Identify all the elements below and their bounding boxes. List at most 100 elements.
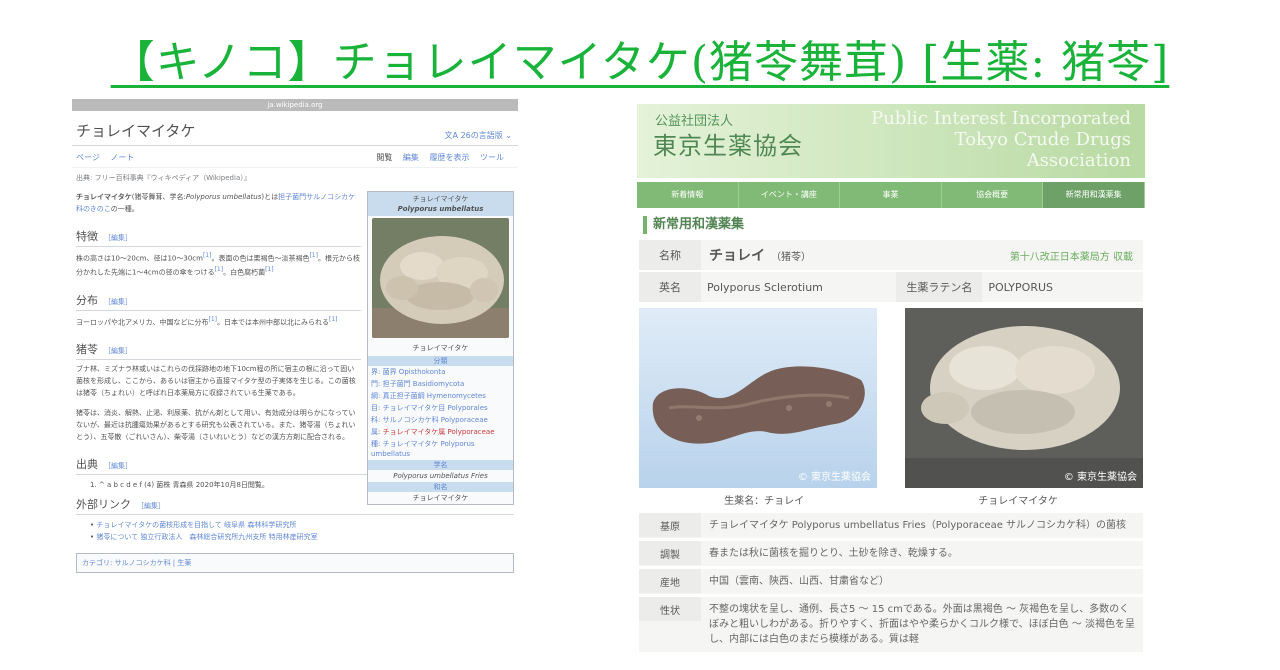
taxobox-rank: 門 bbox=[371, 380, 378, 388]
photo-copyright: © 東京生薬協会 bbox=[797, 472, 871, 483]
taxobox-taxon-link[interactable]: : 真正担子菌綱 Hymenomycetes bbox=[378, 392, 486, 400]
row-production: 産地 中国（雲南、陝西、山西、甘粛省など） bbox=[639, 569, 1143, 594]
distribution-text2: 。日本では本州中部以北にみられる bbox=[217, 317, 330, 326]
taxobox-sci: Polyporus umbellatus bbox=[397, 205, 484, 213]
chorei-paragraph-2: 猪苓は、消炎、解熱、止渇、利尿薬、抗がん剤として用い、有効成分は明らかになってい… bbox=[76, 408, 356, 441]
edit-link[interactable]: ［編集］ bbox=[104, 347, 132, 355]
edit-link[interactable]: ［編集］ bbox=[104, 234, 132, 242]
mushroom-photo-tcd[interactable]: © 東京生薬協会 bbox=[905, 308, 1143, 488]
tcd-org-name[interactable]: 東京生薬協会 bbox=[653, 126, 803, 161]
taxobox-taxon-link[interactable]: : チョレイマイタケ Polyporus umbellatus bbox=[371, 440, 475, 458]
intro-bold: チョレイマイタケ bbox=[76, 193, 132, 201]
ref-link[interactable]: [1] bbox=[215, 266, 224, 273]
wiki-page-title: チョレイマイタケ bbox=[76, 122, 196, 140]
taxobox-jp-name: チョレイマイタケ bbox=[412, 494, 469, 502]
heading-links-text: 外部リンク bbox=[76, 497, 131, 511]
features-text: 株の高さは10〜20cm、径は10〜30cm bbox=[76, 254, 203, 263]
distribution-paragraph: ヨーロッパや北アメリカ、中国などに分布[1]。日本では本州中部以北にみられる[1… bbox=[76, 314, 361, 328]
tab-page[interactable]: ページ bbox=[76, 153, 100, 162]
taxobox-caption: チョレイマイタケ bbox=[412, 344, 469, 352]
latin-name: POLYPORUS bbox=[988, 280, 1053, 294]
intro-text2: )とは bbox=[261, 193, 279, 201]
mushroom-photo[interactable] bbox=[372, 218, 509, 338]
taxobox-taxon-link[interactable]: : 菌界 Opisthokonta bbox=[378, 368, 445, 376]
photo1-caption: 生薬名：チョレイ bbox=[724, 496, 805, 507]
taxobox-row: 科: サルノコシカケ科 Polyporaceae bbox=[368, 414, 513, 426]
label-preparation: 調製 bbox=[639, 541, 701, 565]
ref-link[interactable]: [1] bbox=[265, 266, 274, 273]
ref-link[interactable]: [1] bbox=[329, 316, 338, 323]
label-english: 英名 bbox=[639, 272, 701, 302]
taxobox-rank: 界 bbox=[371, 368, 378, 376]
edit-link[interactable]: ［編集］ bbox=[104, 298, 132, 306]
heading-refs-text: 出典 bbox=[76, 457, 98, 471]
nav-item-events[interactable]: イベント・講座 bbox=[739, 182, 841, 208]
row-preparation: 調製 春または秋に菌核を掘りとり、土砂を除き、乾燥する。 bbox=[639, 541, 1143, 566]
taxobox-taxon-link[interactable]: : 担子菌門 Basidiomycota bbox=[378, 380, 464, 388]
heading-chorei-text: 猪苓 bbox=[76, 342, 98, 356]
wiki-lang-button[interactable]: 文A 26の言語版 ⌄ bbox=[445, 130, 512, 141]
external-link-1[interactable]: チョレイマイタケの菌核形成を目指して 岐阜県 森林科学研究所 bbox=[96, 521, 296, 529]
taxobox-row: 属: チョレイマイタケ属 Polyporaceae bbox=[368, 426, 513, 438]
maitake-image bbox=[905, 308, 1143, 488]
taxobox-sci-full: Polyporus umbellatus Fries bbox=[393, 472, 488, 480]
nav-item-news[interactable]: 新着情報 bbox=[637, 182, 739, 208]
edit-link[interactable]: ［編集］ bbox=[104, 462, 132, 470]
chorei-paragraph-1: ブナ林、ミズナラ林或いはこれらの伐採跡地の地下10cm程の所に宿主の根に沿って固… bbox=[76, 364, 356, 397]
ref-link[interactable]: [1] bbox=[309, 252, 318, 259]
taxobox-taxon-link[interactable]: : チョレイマイタケ目 Polyporales bbox=[378, 404, 488, 412]
tcd-nav: 新着情報 イベント・講座 事業 協会概要 新常用和漢薬集 bbox=[637, 182, 1145, 208]
features-text2: 。表面の色は栗褐色〜淡茶褐色 bbox=[211, 254, 310, 263]
nav-item-herbs[interactable]: 新常用和漢薬集 bbox=[1043, 182, 1145, 208]
ref-link[interactable]: [1] bbox=[209, 316, 218, 323]
drug-name: チョレイ （猪苓） bbox=[709, 245, 811, 265]
tab-edit[interactable]: 編集 bbox=[403, 153, 419, 162]
taxobox-classification[interactable]: 分類 bbox=[368, 356, 513, 366]
taxobox-row: 綱: 真正担子菌綱 Hymenomycetes bbox=[368, 390, 513, 402]
tcd-english-name: Public Interest Incorporated Tokyo Crude… bbox=[871, 108, 1131, 171]
sclerotium-image bbox=[652, 366, 865, 444]
taxobox-taxon-link[interactable]: : チョレイマイタケ属 Polyporaceae bbox=[378, 428, 495, 436]
photo-row: © 東京生薬協会 © 東京生薬協会 bbox=[639, 308, 1143, 488]
taxobox-rank: 目 bbox=[371, 404, 378, 412]
taxobox-header: チョレイマイタケ Polyporus umbellatus bbox=[368, 192, 513, 216]
chevron-down-icon: ⌄ bbox=[502, 131, 512, 140]
tab-read[interactable]: 閲覧 bbox=[376, 153, 392, 162]
distribution-text: ヨーロッパや北アメリカ、中国などに分布 bbox=[76, 317, 209, 326]
tab-history[interactable]: 履歴を表示 bbox=[429, 153, 469, 162]
category-bar[interactable]: カテゴリ: サルノコシカケ科 | 生薬 bbox=[76, 552, 514, 573]
taxobox-row: 門: 担子菌門 Basidiomycota bbox=[368, 378, 513, 390]
heading-features: 特徴 ［編集］ bbox=[76, 223, 361, 247]
label-origin: 基原 bbox=[639, 513, 701, 537]
wiki-source-line: 出典: フリー百科事典『ウィキペディア（Wikipedia）』 bbox=[76, 174, 251, 182]
taxobox-rank: 種 bbox=[371, 440, 378, 448]
tcd-section-title: 新常用和漢薬集 bbox=[643, 216, 1139, 234]
external-link-2[interactable]: 猪苓について 独立行政法人 森林総合研究所九州支所 特用林産研究室 bbox=[96, 533, 317, 541]
heading-distribution-text: 分布 bbox=[76, 293, 98, 307]
row-english: 英名 Polyporus Sclerotium 生薬ラテン名 POLYPORUS bbox=[639, 272, 1143, 302]
heading-features-text: 特徴 bbox=[76, 230, 98, 243]
nav-item-projects[interactable]: 事業 bbox=[840, 182, 942, 208]
taxobox-name: チョレイマイタケ bbox=[412, 195, 469, 203]
taxobox-row: 目: チョレイマイタケ目 Polyporales bbox=[368, 402, 513, 414]
intro-end: の一種。 bbox=[110, 205, 139, 213]
row-properties: 性状 不整の塊状を呈し、通例、長さ5 〜 15 cmである。外面は黒褐色 〜 灰… bbox=[639, 597, 1143, 652]
edit-link[interactable]: ［編集］ bbox=[137, 502, 165, 510]
tab-tools[interactable]: ツール bbox=[480, 153, 504, 162]
taxobox-sci-heading[interactable]: 学名 bbox=[368, 460, 513, 470]
taxobox-row: 界: 菌界 Opisthokonta bbox=[368, 366, 513, 378]
taxobox-rank: 綱 bbox=[371, 392, 378, 400]
crude-drug-photo[interactable]: © 東京生薬協会 bbox=[639, 308, 877, 488]
label-latin: 生薬ラテン名 bbox=[896, 272, 983, 302]
nav-item-about[interactable]: 協会概要 bbox=[942, 182, 1044, 208]
tcd-eng-line2: Tokyo Crude Drugs bbox=[954, 129, 1131, 150]
photo2-caption: チョレイマイタケ bbox=[978, 496, 1058, 507]
tcd-eng-line3: Association bbox=[1026, 150, 1131, 171]
translate-icon: 文A bbox=[444, 131, 461, 140]
row-name: 名称 チョレイ （猪苓） 第十八改正日本薬局方 収載 bbox=[639, 240, 1143, 270]
taxobox-taxon-link[interactable]: : サルノコシカケ科 Polyporaceae bbox=[378, 416, 488, 424]
tab-note[interactable]: ノート bbox=[110, 153, 134, 162]
wiki-intro: チョレイマイタケ(猪苓舞茸、学名:Polyporus umbellatus)とは… bbox=[76, 191, 361, 215]
wiki-lang-count: 26の言語版 bbox=[460, 131, 503, 140]
features-text4: 。白色腐朽菌 bbox=[223, 268, 266, 277]
